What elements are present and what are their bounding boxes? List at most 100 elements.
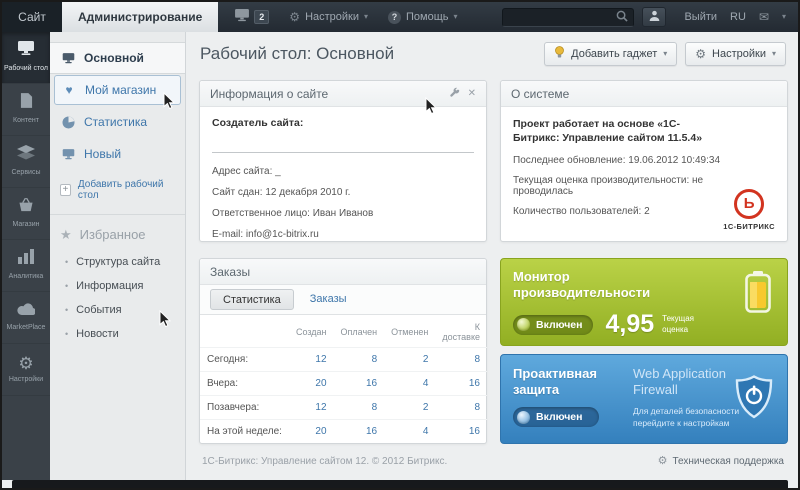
close-icon[interactable]: ✕ (468, 88, 476, 99)
sidebar-item-analytics[interactable]: Аналитика (2, 240, 50, 292)
search-box (502, 7, 635, 27)
chevron-down-icon: ▾ (453, 12, 458, 21)
favorite-item-events[interactable]: • События (50, 298, 185, 322)
order-count-link[interactable]: 8 (474, 402, 480, 413)
sidebar-item-label: Рабочий стол (4, 65, 48, 73)
monitor-icon (60, 148, 76, 160)
add-gadget-button[interactable]: Добавить гаджет ▾ (544, 42, 678, 66)
orders-widget-header: Заказы (200, 259, 486, 285)
site-info-widget-header: Информация о сайте ✕ (200, 81, 486, 107)
sidebar-item-label: Новый (84, 147, 122, 161)
bitrix-logo-text: 1С-БИТРИКС (723, 222, 775, 231)
search-icon (616, 10, 629, 25)
user-button[interactable] (642, 7, 667, 27)
orders-widget: Заказы Статистика Заказы Создан Оплачен … (199, 258, 487, 444)
help-icon: ? (388, 10, 402, 24)
desktop-icon (17, 41, 35, 61)
sidebar-item-marketplace[interactable]: MarketPlace (2, 292, 50, 344)
bullet-icon: • (65, 280, 69, 291)
search-input[interactable] (508, 11, 617, 23)
order-count-link[interactable]: 20 (315, 378, 326, 389)
order-count-link[interactable]: 2 (423, 402, 429, 413)
favorites-header: ★ Избранное (50, 221, 185, 250)
about-widget-title: О системе (511, 86, 570, 101)
wrench-icon[interactable] (449, 87, 460, 101)
order-count-link[interactable]: 16 (366, 378, 377, 389)
add-desktop-link[interactable]: + Добавить рабочий стол (50, 170, 185, 206)
sidebar-item-main-desktop[interactable]: Основной (50, 42, 185, 74)
protection-subtitle: Web Application Firewall (633, 366, 726, 397)
language-label: RU (730, 11, 746, 23)
favorite-item-label: Новости (76, 328, 119, 340)
help-menu[interactable]: ? Помощь ▾ (388, 10, 458, 24)
performance-score-caption: Текущая оценка (662, 314, 694, 334)
site-info-body: Создатель сайта: Адрес сайта: _ Сайт сда… (200, 107, 486, 260)
sidebar-item-settings[interactable]: ⚙ Настройки (2, 344, 50, 396)
sidebar-divider (50, 214, 185, 215)
logout-link[interactable]: Выйти (684, 11, 717, 23)
notifications-button[interactable]: 2 (234, 9, 270, 25)
heart-icon: ♥ (65, 83, 73, 97)
support-link[interactable]: ⚙ Техническая поддержка (658, 456, 784, 468)
add-gadget-label: Добавить гаджет (571, 48, 658, 60)
sidebar-item-content[interactable]: Контент (2, 84, 50, 136)
shield-icon (735, 375, 773, 424)
row-label: Сегодня: (207, 354, 249, 365)
order-count-link[interactable]: 16 (469, 426, 480, 437)
sidebar-item-statistics[interactable]: Статистика (50, 106, 185, 138)
sidebar-item-services[interactable]: Сервисы (2, 136, 50, 188)
favorite-item-label: Информация (76, 280, 144, 292)
chevron-down-icon[interactable]: ▾ (782, 13, 786, 21)
app-window: Сайт Администрирование 2 ⚙ Настройки ▾ ?… (0, 0, 800, 490)
order-count-link[interactable]: 4 (423, 426, 429, 437)
order-count-link[interactable]: 16 (366, 426, 377, 437)
orders-column: Оплачен (340, 327, 378, 337)
sidebar-item-label: Мой магазин (85, 83, 157, 97)
settings-menu[interactable]: ⚙ Настройки ▾ (289, 11, 368, 23)
favorite-item-structure[interactable]: • Структура сайта (50, 250, 185, 274)
orders-column: Отменен (391, 327, 429, 337)
favorite-item-label: Структура сайта (76, 256, 161, 268)
orders-column-empty (200, 315, 289, 348)
desktop-sidebar: Основной ♥ Мой магазин Статистика Новый … (50, 32, 186, 480)
bullet-icon: • (65, 304, 69, 315)
order-count-link[interactable]: 12 (315, 402, 326, 413)
sidebar-item-new-desktop[interactable]: Новый (50, 138, 185, 170)
sidebar-item-my-shop[interactable]: ♥ Мой магазин (54, 75, 181, 105)
cloud-icon (17, 302, 37, 320)
monitor-icon (60, 52, 76, 64)
tab-statistics[interactable]: Статистика (210, 289, 294, 310)
bar-chart-icon (18, 249, 34, 269)
favorite-item-information[interactable]: • Информация (50, 274, 185, 298)
order-count-link[interactable]: 8 (372, 354, 378, 365)
info-row: Сайт сдан: 12 декабря 2010 г. (212, 187, 474, 198)
order-count-link[interactable]: 12 (315, 354, 326, 365)
info-row: E-mail: info@1c-bitrix.ru (212, 229, 474, 240)
plus-icon: + (60, 184, 71, 196)
tab-orders[interactable]: Заказы (298, 289, 359, 310)
desktop-settings-button[interactable]: ⚙ Настройки ▾ (685, 42, 786, 66)
order-count-link[interactable]: 16 (469, 378, 480, 389)
info-label: Адрес сайта: (212, 166, 273, 177)
layers-icon (17, 145, 35, 165)
tab-site[interactable]: Сайт (2, 2, 62, 32)
order-count-link[interactable]: 20 (315, 426, 326, 437)
language-selector[interactable]: RU (730, 11, 746, 23)
tab-admin[interactable]: Администрирование (62, 2, 219, 32)
protection-title: Проактивная защита (513, 366, 597, 397)
sidebar-item-shop[interactable]: Магазин (2, 188, 50, 240)
order-count-link[interactable]: 8 (372, 402, 378, 413)
performance-status-toggle[interactable]: Включен (513, 314, 594, 335)
sidebar-item-label: Аналитика (8, 273, 44, 281)
protection-status-toggle[interactable]: Включен (513, 407, 599, 428)
sidebar-item-desktop[interactable]: Рабочий стол (2, 32, 50, 84)
orders-widget-title: Заказы (210, 264, 251, 279)
order-count-link[interactable]: 4 (423, 378, 429, 389)
order-count-link[interactable]: 8 (474, 354, 480, 365)
gear-icon: ⚙ (18, 353, 34, 373)
orders-table-header-row: Создан Оплачен Отменен К доставке (200, 315, 487, 348)
mail-icon[interactable]: ✉ (759, 11, 769, 23)
monitor-icon (234, 9, 250, 25)
favorite-item-news[interactable]: • Новости (50, 322, 185, 346)
order-count-link[interactable]: 2 (423, 354, 429, 365)
